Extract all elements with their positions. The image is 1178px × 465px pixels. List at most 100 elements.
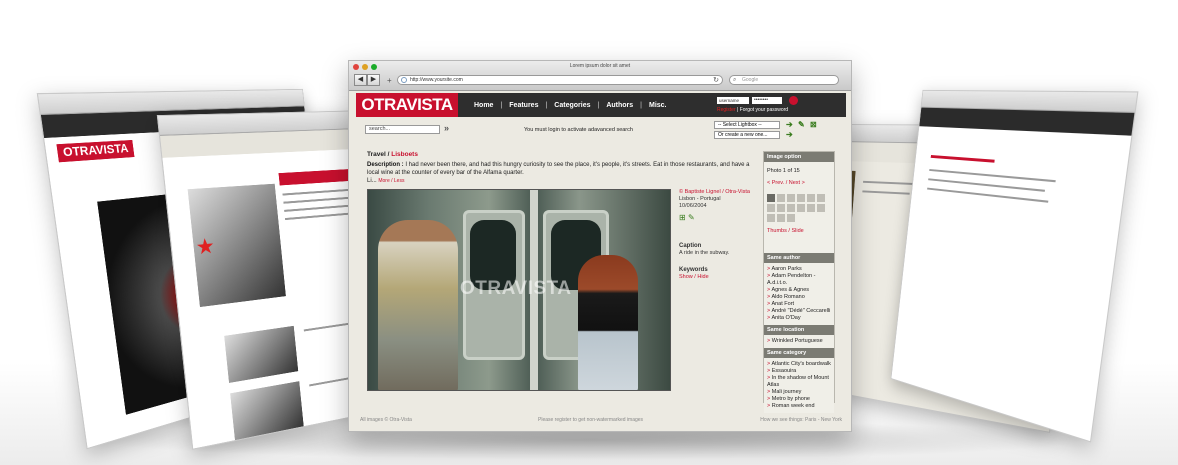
nav-features[interactable]: Features [509, 102, 538, 109]
list-item[interactable]: In the shadow of Mount Atlas [767, 375, 831, 389]
list-item[interactable]: Agnes & Agnes [767, 287, 831, 294]
description-tail: Li... [367, 178, 377, 184]
footer-register-notice: Please register to get non-watermarked i… [538, 417, 644, 423]
username-field[interactable]: username [717, 97, 749, 104]
caption-label: Caption [679, 243, 702, 249]
login-links: Register | Forgot your password [717, 107, 788, 113]
lightbox-select[interactable]: -- Select Lightbox -- [714, 121, 780, 129]
tag-icon[interactable]: ✎ [688, 213, 695, 222]
text-line [862, 190, 910, 195]
list-item[interactable]: Aaron Parks [767, 266, 831, 273]
prev-next-links[interactable]: < Prev. / Next > [767, 180, 831, 187]
advanced-search-notice: You must login to activate adavanced sea… [524, 127, 633, 133]
forgot-password-link[interactable]: Forgot your password [740, 107, 788, 113]
thumbnail[interactable] [787, 204, 795, 212]
same-author-heading: Same author [764, 253, 834, 263]
thumbnail[interactable] [817, 194, 825, 202]
thumbnail[interactable] [777, 214, 785, 222]
more-less-toggle[interactable]: More / Less [378, 178, 404, 184]
thumbnail[interactable] [787, 214, 795, 222]
thumbnail[interactable] [817, 204, 825, 212]
list-item[interactable]: Adam Pendelton - A.d.i.t.o. [767, 273, 831, 287]
list-item[interactable]: Essaouira [767, 368, 831, 375]
list-item[interactable]: André "Dédé" Ceccarelli [767, 308, 831, 315]
site-header: OTRAVISTA Home | Features | Categories |… [356, 93, 846, 117]
browser-search-placeholder: Google [742, 77, 759, 83]
photo-date: 10/06/2004 [679, 203, 707, 209]
main-photo[interactable]: OTRAVISTA [367, 189, 671, 391]
thumbnail[interactable] [797, 194, 805, 202]
image-option-box: Photo 1 of 15 < Prev. / Next > Thumbs / … [764, 162, 834, 253]
create-arrow-icon[interactable]: ➔ [786, 130, 793, 139]
list-item[interactable]: Anat Fort [767, 301, 831, 308]
thumbnail[interactable] [787, 194, 795, 202]
caption-text: A ride in the subway. [679, 250, 730, 256]
globe-icon [401, 77, 407, 83]
same-location-list: Wrinkled Portuguese [764, 335, 834, 348]
search-go-icon[interactable]: » [444, 123, 449, 133]
thumbnail[interactable] [807, 194, 815, 202]
image-option-heading: Image option [764, 152, 834, 162]
login-submit-button[interactable] [789, 96, 798, 105]
list-item[interactable]: Atlantic City's boardwalk [767, 361, 831, 368]
text-line [863, 180, 915, 186]
thumbnail[interactable] [777, 194, 785, 202]
breadcrumb-category[interactable]: Travel [367, 151, 386, 158]
nav-separator: | [597, 101, 600, 109]
nav-home[interactable]: Home [474, 102, 493, 109]
thumbnail[interactable] [767, 194, 775, 202]
create-lightbox-input[interactable]: Or create a new one... [714, 131, 780, 139]
browser-toolbar: Lorem ipsum dolor sit amet ◀ ▶ + http://… [349, 61, 851, 91]
image-sidebar: Image option Photo 1 of 15 < Prev. / Nex… [763, 151, 835, 413]
thumbs-slide-label: Thumbs / Slide [767, 228, 804, 234]
red-star-icon: ★ [194, 234, 217, 260]
thumbnail[interactable] [797, 204, 805, 212]
password-field[interactable]: •••••••• [752, 97, 782, 104]
forward-button[interactable]: ▶ [367, 74, 380, 86]
main-browser-window: Lorem ipsum dolor sit amet ◀ ▶ + http://… [348, 60, 852, 432]
search-row: search... » You must login to activate a… [356, 120, 846, 143]
thumbs-slide-toggle[interactable]: Thumbs / Slide [767, 228, 831, 235]
photo-watermark: OTRAVISTA [460, 278, 572, 299]
back-button[interactable]: ◀ [354, 74, 367, 86]
photo-metadata: © Baptiste Lignel / Otra-Vista Lisbon - … [679, 189, 763, 281]
site-logo[interactable]: OTRAVISTA [356, 93, 458, 117]
man-figure [378, 220, 458, 390]
nav-misc[interactable]: Misc. [649, 102, 667, 109]
site-search-input[interactable]: search... [365, 125, 440, 134]
thumbnail[interactable] [767, 204, 775, 212]
red-title-band [930, 155, 995, 163]
reload-icon[interactable]: ↻ [713, 76, 719, 85]
list-item[interactable]: Aldo Romano [767, 294, 831, 301]
woman-figure [578, 255, 638, 390]
register-link[interactable]: Register [717, 107, 736, 113]
nav-categories[interactable]: Categories [554, 102, 590, 109]
go-arrow-icon[interactable]: ➔ [786, 120, 793, 129]
photo-description: Description : I had never been there, an… [367, 161, 757, 185]
thumbnail[interactable] [807, 204, 815, 212]
breadcrumb-item[interactable]: Lisboets [391, 151, 418, 158]
keywords-label: Keywords [679, 267, 708, 273]
list-item[interactable]: Wrinkled Portuguese [767, 338, 831, 345]
list-item[interactable]: Anita O'Day [767, 315, 831, 322]
browser-search-field[interactable]: ⌕ Google [729, 75, 839, 85]
thumbnail[interactable] [777, 204, 785, 212]
footer-copyright: All images © Otra-Vista [360, 417, 412, 423]
list-item[interactable]: Mali journey [767, 389, 831, 396]
view-lightbox-icon[interactable]: ⊠ [810, 120, 817, 129]
add-bookmark-icon[interactable]: + [387, 76, 392, 85]
add-to-lightbox-icon[interactable]: ⊞ [679, 213, 686, 222]
description-text: I had never been there, and had this hun… [367, 162, 750, 176]
keywords-toggle[interactable]: Show / Hide [679, 274, 763, 281]
thumbnail[interactable] [767, 214, 775, 222]
address-bar[interactable]: http://www.yoursite.com ↻ [397, 75, 723, 85]
history-buttons: ◀ ▶ [354, 74, 380, 86]
photo-credit[interactable]: © Baptiste Lignel / Otra-Vista [679, 189, 763, 196]
nav-authors[interactable]: Authors [606, 102, 633, 109]
nav-separator: | [640, 101, 642, 109]
nav-separator: | [500, 101, 503, 109]
photo-detail: Travel / Lisboets Description : I had ne… [363, 149, 763, 401]
list-item[interactable]: Roman week end [767, 403, 831, 410]
list-item[interactable]: Metro by phone [767, 396, 831, 403]
edit-lightbox-icon[interactable]: ✎ [798, 120, 805, 129]
